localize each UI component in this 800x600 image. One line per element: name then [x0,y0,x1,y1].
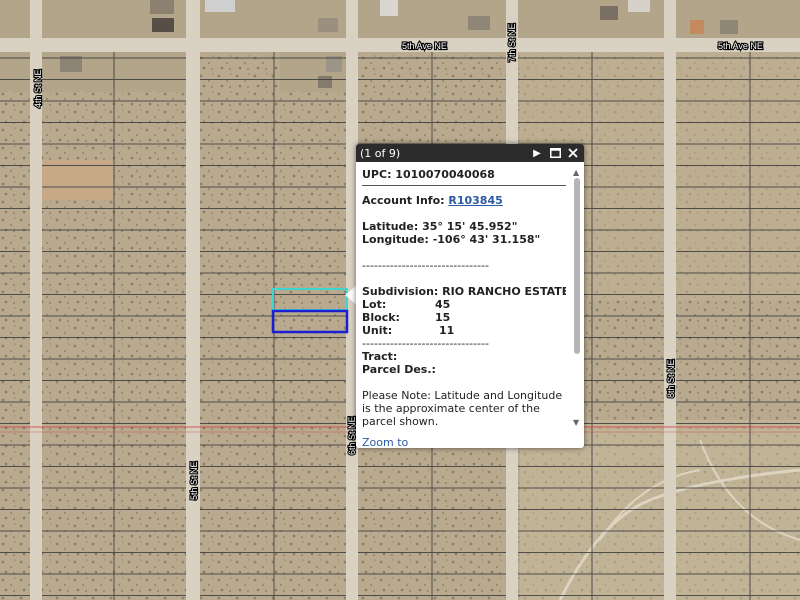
street-label-8th-st: 8th St NE [666,359,676,398]
subdivision: Subdivision: RIO RANCHO ESTATES [362,285,566,298]
divider: -------------------------------- [362,337,490,350]
block-label: Block: [362,311,400,324]
unit-label: Unit: [362,324,393,337]
lot-label: Lot: [362,298,387,311]
scroll-down-icon[interactable]: ▼ [573,418,579,427]
latitude: Latitude: 35° 15' 45.952" [362,220,518,233]
street-label-5th-st: 5th St NE [189,461,199,500]
account-label: Account Info: [362,194,445,207]
divider: -------------------------------- [362,259,490,272]
scroll-up-icon[interactable]: ▲ [573,168,579,177]
unit-row: Unit: 11 [362,324,566,337]
lot-value: 45 [435,298,451,311]
tract: Tract: [362,350,398,363]
zoom-to-link[interactable]: Zoom to [362,436,566,446]
popup-header: (1 of 9) ▶ [356,144,584,162]
play-icon[interactable]: ▶ [530,146,544,160]
street-label-4th-st: 4th St NE [33,69,43,108]
street-label-5th-ave: 5th Ave NE [402,41,447,51]
street-label-5th-ave: 5th Ave NE [718,41,763,51]
parcel-description: Parcel Des.: [362,363,436,376]
close-icon[interactable] [566,146,580,160]
popup-scrollbar[interactable]: ▲ ▼ [572,168,582,446]
maximize-icon[interactable] [548,146,562,160]
account-info: Account Info: R103845 [362,194,566,207]
street-label-7th-st: 7th St NE [507,23,517,62]
unit-value: 11 [439,324,455,337]
block-row: Block: 15 [362,311,566,324]
block-value: 15 [435,311,451,324]
parcel-info-popup: (1 of 9) ▶ UPC: 1010070040068 Account In… [356,144,584,448]
account-link[interactable]: R103845 [448,194,502,207]
feature-count: (1 of 9) [360,146,401,160]
lot-row: Lot: 45 [362,298,566,311]
popup-content: UPC: 1010070040068 Account Info: R103845… [362,168,566,446]
longitude: Longitude: -106° 43' 31.158" [362,233,541,246]
note-text: Please Note: Latitude and Longitude is t… [362,389,563,428]
scroll-thumb[interactable] [574,178,580,354]
upc-title: UPC: 1010070040068 [362,168,566,186]
